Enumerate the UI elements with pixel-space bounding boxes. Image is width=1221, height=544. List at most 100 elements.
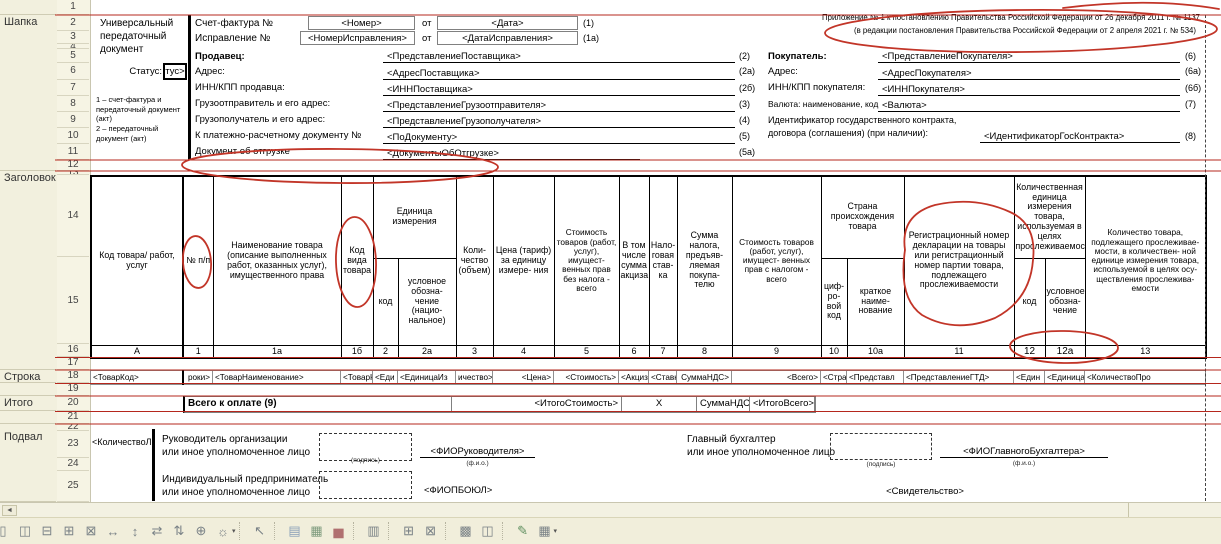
- consignor-label[interactable]: Грузоотправитель и его адрес:: [195, 96, 330, 112]
- currency-label[interactable]: Валюта: наименование, код: [768, 96, 878, 112]
- seller-mark[interactable]: (2): [739, 50, 750, 63]
- section-stroka[interactable]: Строка: [0, 370, 56, 383]
- buyer-inn-label[interactable]: ИНН/КПП покупателя:: [768, 80, 865, 96]
- same-height-icon[interactable]: ↕: [125, 521, 145, 541]
- th-quantity[interactable]: Коли- чество (объем): [456, 176, 493, 345]
- upd-title-cell[interactable]: Универсальный передаточный документ: [100, 17, 184, 56]
- cell-quantity[interactable]: ичество>: [456, 371, 493, 385]
- col-code-3[interactable]: 3: [456, 345, 493, 358]
- row-header-5[interactable]: 5: [57, 49, 89, 63]
- cell-price[interactable]: <Цена>: [493, 371, 554, 385]
- picture-icon[interactable]: ▦: [307, 521, 327, 541]
- row-header-24[interactable]: 24: [57, 458, 89, 471]
- consignee-value[interactable]: <ПредставлениеГрузополучателя>: [383, 112, 735, 128]
- totals-cost-cell[interactable]: <ИтогоСтоимость>: [452, 397, 622, 412]
- align-center-h-icon[interactable]: ◫: [15, 521, 35, 541]
- col-code-10a[interactable]: 10а: [847, 345, 904, 358]
- seller-address-value[interactable]: <АдресПоставщика>: [383, 63, 735, 80]
- correction-from-label[interactable]: от: [422, 33, 431, 44]
- status-label-cell[interactable]: Статус:: [120, 66, 162, 77]
- payment-doc-label[interactable]: К платежно-расчетному документу №: [195, 128, 361, 144]
- col-code-5[interactable]: 5: [554, 345, 619, 358]
- row-header-11[interactable]: 11: [57, 144, 89, 160]
- cell-country-name[interactable]: <Представл: [847, 371, 904, 385]
- status-note-1[interactable]: 1 – счет-фактура и передаточный документ…: [96, 95, 184, 124]
- th-trace-quantity[interactable]: Количество товара, подлежащего прослежив…: [1085, 176, 1206, 345]
- buyer-inn-mark[interactable]: (6б): [1185, 80, 1201, 96]
- table-menu-dropdown-arrow-icon[interactable]: ▾: [554, 527, 558, 535]
- th-unit-symbol[interactable]: условное обозна- чение (нацио- нальное): [398, 258, 456, 345]
- row-header-16[interactable]: 16: [57, 344, 89, 357]
- th-tax-amount[interactable]: Сумма налога, предъяв- ляемая покупа- те…: [677, 176, 732, 345]
- col-code-11[interactable]: 11: [904, 345, 1014, 358]
- col-code-4[interactable]: 4: [493, 345, 554, 358]
- accountant-signature-box[interactable]: [830, 433, 932, 460]
- align-center-v-icon[interactable]: ⊟: [37, 521, 57, 541]
- row-header-3[interactable]: 3: [57, 31, 89, 44]
- head-signer-label[interactable]: Руководитель организации или иное уполно…: [162, 433, 310, 459]
- scroll-left-icon[interactable]: ◄: [2, 505, 17, 516]
- buyer-mark[interactable]: (6): [1185, 50, 1196, 63]
- correction-mark-1a[interactable]: (1а): [583, 33, 599, 43]
- consignee-label[interactable]: Грузополучатель и его адрес:: [195, 112, 325, 128]
- th-line-number[interactable]: № п/п: [183, 176, 213, 345]
- row-header-8[interactable]: 8: [57, 96, 89, 112]
- appendix-line-1[interactable]: Приложение № 1 к постановлению Правитель…: [822, 12, 1200, 24]
- seller-label[interactable]: Продавец:: [195, 50, 245, 63]
- totals-x-cell[interactable]: Х: [622, 397, 697, 412]
- col-code-1a[interactable]: 1а: [213, 345, 341, 358]
- row-header-20[interactable]: 20: [57, 396, 89, 411]
- cell-cost[interactable]: <Стоимость>: [554, 371, 619, 385]
- correction-number-label[interactable]: Исправление №: [195, 33, 270, 44]
- cell-trace-unit-code[interactable]: <Един: [1014, 371, 1045, 385]
- buyer-address-label[interactable]: Адрес:: [768, 63, 798, 80]
- fit-vertical-icon[interactable]: ⊠: [81, 521, 101, 541]
- totals-label-cell[interactable]: Всего к оплате (9): [185, 397, 452, 412]
- cell-country-code[interactable]: <Стра: [821, 371, 847, 385]
- row-header-7[interactable]: 7: [57, 80, 89, 96]
- section-gap-21[interactable]: [0, 411, 56, 424]
- horizontal-scrollbar[interactable]: ◄: [0, 502, 1221, 517]
- col-code-2[interactable]: 2: [373, 345, 398, 358]
- col-code-2a[interactable]: 2а: [398, 345, 456, 358]
- section-gap-19[interactable]: [0, 383, 56, 396]
- buyer-address-value[interactable]: <АдресПокупателя>: [878, 63, 1180, 80]
- tips-icon[interactable]: ☼: [213, 521, 233, 541]
- col-code-10[interactable]: 10: [821, 345, 847, 358]
- buyer-label[interactable]: Покупатель:: [768, 50, 827, 63]
- th-trace-unit-group[interactable]: Количественная единица измерения товара,…: [1014, 176, 1085, 258]
- section-zagolovok[interactable]: ЗаголовокТ: [0, 171, 56, 370]
- cell-excise[interactable]: <Акциз>: [619, 371, 649, 385]
- cell-unit-code[interactable]: <Еди: [373, 371, 398, 385]
- th-tax-rate[interactable]: Нало- говая став- ка: [649, 176, 677, 345]
- th-cost-with-tax[interactable]: Стоимость товаров (работ, услуг), имущес…: [732, 176, 821, 345]
- status-value-cell-selected[interactable]: тус>: [163, 63, 187, 80]
- appendix-line-2[interactable]: (в редакции постановления Правительства …: [854, 25, 1196, 37]
- row-header-17[interactable]: 17: [57, 357, 89, 370]
- row-header-23[interactable]: 23: [57, 431, 89, 458]
- th-unit-group[interactable]: Единица измерения: [373, 176, 456, 258]
- th-item-name[interactable]: Наименование товара (описание выполненны…: [213, 176, 341, 345]
- row-header-10[interactable]: 10: [57, 128, 89, 144]
- col-code-7[interactable]: 7: [649, 345, 677, 358]
- consignee-mark[interactable]: (4): [739, 112, 750, 128]
- cell-declaration[interactable]: <ПредставлениеГТД>: [904, 371, 1014, 385]
- corner-cell[interactable]: [0, 0, 56, 15]
- table-menu-icon[interactable]: ▦: [535, 521, 555, 541]
- seller-inn-label[interactable]: ИНН/КПП продавца:: [195, 80, 285, 96]
- distribute-v-icon[interactable]: ⇅: [169, 521, 189, 541]
- invoice-number-label[interactable]: Счет-фактура №: [195, 18, 273, 29]
- row-header-22[interactable]: 22: [57, 424, 89, 431]
- buyer-inn-value[interactable]: <ИННПокупателя>: [878, 80, 1180, 96]
- certificate-cell[interactable]: <Свидетельство>: [800, 486, 1050, 497]
- col-code-1[interactable]: 1: [183, 345, 213, 358]
- th-price[interactable]: Цена (тариф) за единицу измере- ния: [493, 176, 554, 345]
- align-left-icon[interactable]: ▯: [0, 521, 13, 541]
- col-code-12a[interactable]: 12а: [1045, 345, 1085, 358]
- th-country-name[interactable]: краткое наиме- нование: [847, 258, 904, 345]
- th-trace-unit-symbol[interactable]: условное обозна- чение: [1045, 258, 1085, 345]
- cell-item-code[interactable]: <ТоварКод>: [91, 371, 183, 385]
- invoice-date-cell[interactable]: <Дата>: [437, 16, 578, 30]
- payment-doc-mark[interactable]: (5): [739, 128, 750, 144]
- pointer-icon[interactable]: ↖: [250, 521, 270, 541]
